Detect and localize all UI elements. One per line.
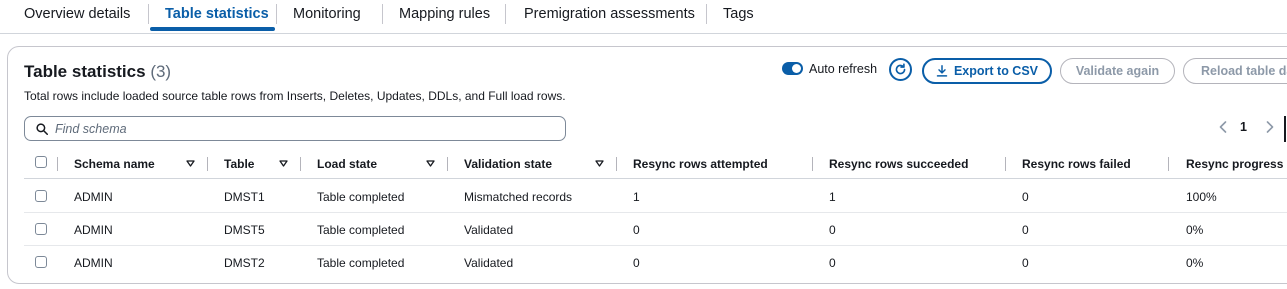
tab-divider [706, 4, 707, 24]
refresh-icon [895, 63, 906, 75]
tab-premigration-assessments[interactable]: Premigration assessments [524, 0, 695, 30]
panel-title: Table statistics (3) [24, 62, 171, 82]
cell-resync-rows-attempted: 1 [633, 190, 640, 204]
tab-monitoring[interactable]: Monitoring [293, 0, 361, 30]
auto-refresh-toggle[interactable] [782, 62, 803, 75]
column-divider [1168, 157, 1169, 171]
toggle-knob [792, 64, 801, 73]
row-checkbox[interactable] [35, 256, 47, 268]
page-number[interactable]: 1 [1240, 120, 1247, 134]
column-header-resync-rows-attempted[interactable]: Resync rows attempted [633, 157, 768, 171]
table-row[interactable]: ADMIN DMST2 Table completed Validated 0 … [0, 246, 1287, 279]
export-to-csv-label: Export to CSV [953, 64, 1039, 78]
refresh-button[interactable] [889, 58, 912, 81]
row-checkbox[interactable] [35, 190, 47, 202]
sort-caret-icon[interactable] [279, 160, 288, 167]
pagination-divider [1284, 116, 1286, 142]
column-header-schema-name[interactable]: Schema name [74, 157, 155, 171]
row-count: (3) [150, 62, 172, 81]
validate-again-button[interactable]: Validate again [1060, 58, 1175, 84]
column-divider [447, 157, 448, 171]
column-header-resync-rows-succeeded[interactable]: Resync rows succeeded [829, 157, 968, 171]
column-header-table[interactable]: Table [224, 157, 254, 171]
cell-schema-name: ADMIN [74, 223, 113, 237]
cell-resync-rows-attempted: 0 [633, 223, 640, 237]
table-header: Schema name Table Load state Validation … [0, 152, 1287, 178]
cell-resync-rows-attempted: 0 [633, 256, 640, 270]
panel-title-text: Table statistics [24, 62, 146, 81]
column-header-resync-rows-failed[interactable]: Resync rows failed [1022, 157, 1131, 171]
tab-divider [505, 4, 506, 24]
column-divider [207, 157, 208, 171]
cell-resync-rows-succeeded: 1 [829, 190, 836, 204]
select-all-checkbox[interactable] [35, 156, 47, 168]
previous-page-icon[interactable] [1219, 121, 1227, 133]
tab-table-statistics[interactable]: Table statistics [165, 0, 269, 30]
column-divider [616, 157, 617, 171]
tab-overview-details[interactable]: Overview details [24, 0, 130, 30]
search-icon [36, 123, 48, 135]
column-header-resync-progress[interactable]: Resync progress [1186, 157, 1283, 171]
header-divider [24, 178, 1287, 179]
search-input[interactable] [55, 120, 555, 138]
tab-mapping-rules[interactable]: Mapping rules [399, 0, 490, 30]
auto-refresh-label: Auto refresh [809, 62, 878, 76]
tab-divider [148, 4, 149, 24]
column-divider [812, 157, 813, 171]
cell-table: DMST5 [224, 223, 265, 237]
cell-resync-rows-succeeded: 0 [829, 223, 836, 237]
cell-resync-rows-failed: 0 [1022, 190, 1029, 204]
panel-description: Total rows include loaded source table r… [24, 89, 566, 103]
cell-resync-progress: 100% [1186, 190, 1217, 204]
cell-table: DMST2 [224, 256, 265, 270]
cell-validation-state: Mismatched records [464, 190, 573, 204]
column-divider [1005, 157, 1006, 171]
column-header-validation-state[interactable]: Validation state [464, 157, 552, 171]
cell-table: DMST1 [224, 190, 265, 204]
search-box[interactable] [24, 116, 566, 141]
cell-schema-name: ADMIN [74, 190, 113, 204]
cell-schema-name: ADMIN [74, 256, 113, 270]
row-checkbox[interactable] [35, 223, 47, 235]
cell-validation-state: Validated [464, 223, 514, 237]
tab-bar: Overview details Table statistics Monito… [0, 0, 1287, 34]
table-row[interactable]: ADMIN DMST1 Table completed Mismatched r… [0, 180, 1287, 213]
sort-caret-icon[interactable] [426, 160, 435, 167]
table-row[interactable]: ADMIN DMST5 Table completed Validated 0 … [0, 213, 1287, 246]
column-divider [300, 157, 301, 171]
sort-caret-icon[interactable] [186, 160, 195, 167]
tab-divider [382, 4, 383, 24]
column-divider [57, 157, 58, 171]
tab-tags[interactable]: Tags [723, 0, 754, 30]
reload-table-data-button[interactable]: Reload table data [1183, 58, 1287, 84]
cell-resync-rows-succeeded: 0 [829, 256, 836, 270]
cell-resync-rows-failed: 0 [1022, 223, 1029, 237]
next-page-icon[interactable] [1266, 121, 1274, 133]
cell-load-state: Table completed [317, 256, 405, 270]
cell-load-state: Table completed [317, 190, 405, 204]
tab-divider [276, 4, 277, 24]
active-tab-indicator [150, 27, 275, 31]
cell-validation-state: Validated [464, 256, 514, 270]
download-icon [936, 64, 948, 77]
sort-caret-icon[interactable] [595, 160, 604, 167]
export-to-csv-button[interactable]: Export to CSV [922, 58, 1052, 84]
cell-resync-rows-failed: 0 [1022, 256, 1029, 270]
column-header-load-state[interactable]: Load state [317, 157, 377, 171]
cell-load-state: Table completed [317, 223, 405, 237]
cell-resync-progress: 0% [1186, 256, 1204, 270]
cell-resync-progress: 0% [1186, 223, 1204, 237]
